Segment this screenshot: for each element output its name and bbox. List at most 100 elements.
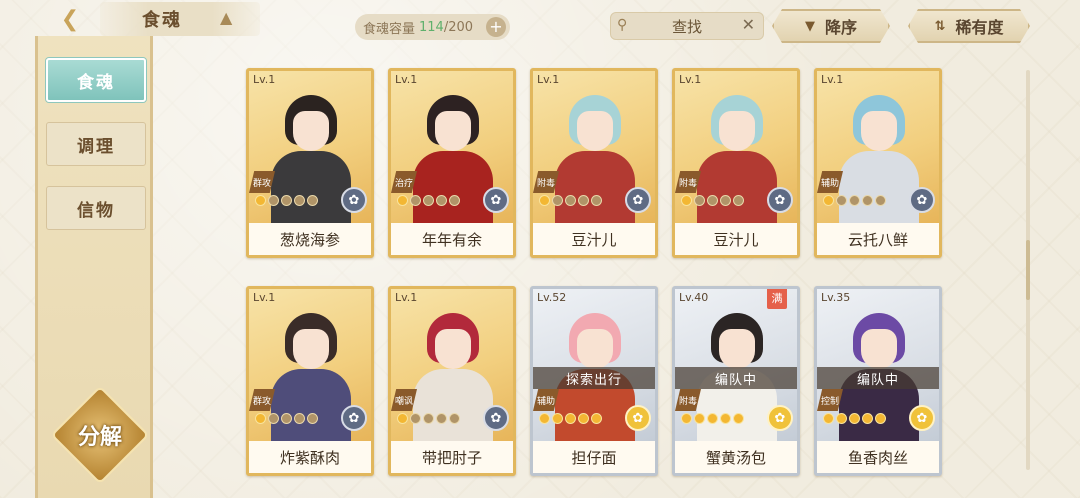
star-icon xyxy=(862,195,873,206)
level-label: Lv.35 xyxy=(821,291,851,304)
star-icon xyxy=(423,413,434,424)
capacity-max: /200 xyxy=(443,19,474,35)
element-flower-icon: ✿ xyxy=(483,405,509,431)
star-rating xyxy=(397,195,460,207)
star-icon xyxy=(397,413,408,424)
crown-icon: ▲ xyxy=(220,8,233,27)
sidebar-item-tokens[interactable]: 信物 xyxy=(46,186,146,230)
character-face xyxy=(435,329,471,369)
element-flower-icon: ✿ xyxy=(625,187,651,213)
food-soul-card[interactable]: Lv.1 辅助 ✿ 云托八鲜 xyxy=(814,68,942,258)
character-face xyxy=(719,111,755,151)
food-soul-card[interactable]: Lv.52 探索出行 辅助 ✿ 担仔面 xyxy=(530,286,658,476)
sidebar-item-label: 调理 xyxy=(77,136,115,157)
star-icon xyxy=(565,413,576,424)
food-soul-card[interactable]: Lv.1 嘲讽 ✿ 带把肘子 xyxy=(388,286,516,476)
character-name: 豆汁儿 xyxy=(533,223,655,255)
character-name: 年年有余 xyxy=(391,223,513,255)
plus-icon: + xyxy=(489,17,503,36)
character-face xyxy=(719,329,755,369)
page-title-text: 食魂 xyxy=(142,10,182,31)
food-soul-card[interactable]: Lv.1 附毒 ✿ 豆汁儿 xyxy=(672,68,800,258)
level-label: Lv.1 xyxy=(253,291,276,304)
decompose-label: 分解 xyxy=(77,425,122,450)
star-icon xyxy=(268,413,279,424)
sort-order-label: 降序 xyxy=(824,18,857,37)
star-icon xyxy=(255,195,266,206)
level-label: Lv.1 xyxy=(821,73,844,86)
star-icon xyxy=(578,413,589,424)
star-icon xyxy=(307,413,318,424)
star-icon xyxy=(449,413,460,424)
star-icon xyxy=(733,413,744,424)
search-box[interactable]: ⚲ 查找 ✕ xyxy=(610,12,764,40)
star-icon xyxy=(862,413,873,424)
capacity-label: 食魂容量 xyxy=(363,21,416,37)
status-banner: 编队中 xyxy=(675,367,797,389)
element-flower-icon: ✿ xyxy=(767,405,793,431)
character-name: 带把肘子 xyxy=(391,441,513,473)
scrollbar-thumb[interactable] xyxy=(1026,240,1030,300)
star-icon xyxy=(720,195,731,206)
triangle-down-icon: ▼ xyxy=(804,18,815,34)
star-icon xyxy=(849,413,860,424)
star-rating xyxy=(397,413,460,425)
level-label: Lv.1 xyxy=(537,73,560,86)
star-icon xyxy=(281,413,292,424)
star-icon xyxy=(449,195,460,206)
sort-rarity-button[interactable]: ⇅ 稀有度 xyxy=(908,9,1030,43)
decompose-button[interactable]: 分解 xyxy=(50,385,150,485)
character-name: 豆汁儿 xyxy=(675,223,797,255)
star-icon xyxy=(707,413,718,424)
level-label: Lv.40 xyxy=(679,291,709,304)
star-rating xyxy=(255,195,318,207)
star-icon xyxy=(591,195,602,206)
character-outfit xyxy=(839,151,919,223)
element-flower-icon: ✿ xyxy=(909,405,935,431)
star-rating xyxy=(681,195,744,207)
character-face xyxy=(435,111,471,151)
close-icon[interactable]: ✕ xyxy=(742,15,755,34)
food-soul-card[interactable]: Lv.1 群攻 ✿ 葱烧海参 xyxy=(246,68,374,258)
character-name: 担仔面 xyxy=(533,441,655,473)
food-soul-card[interactable]: Lv.1 群攻 ✿ 炸紫酥肉 xyxy=(246,286,374,476)
food-soul-card[interactable]: Lv.1 附毒 ✿ 豆汁儿 xyxy=(530,68,658,258)
star-rating xyxy=(823,413,886,425)
capacity-indicator: 食魂容量 114 /200 + xyxy=(355,14,510,40)
star-icon xyxy=(397,195,408,206)
food-soul-card[interactable]: Lv.40 满编队中 附毒 ✿ 蟹黄汤包 xyxy=(672,286,800,476)
character-outfit xyxy=(271,369,351,441)
food-soul-card[interactable]: Lv.1 治疗 ✿ 年年有余 xyxy=(388,68,516,258)
star-icon xyxy=(591,413,602,424)
character-outfit xyxy=(555,151,635,223)
sort-order-button[interactable]: ▼ 降序 xyxy=(772,9,890,43)
sidebar-item-recipe[interactable]: 调理 xyxy=(46,122,146,166)
capacity-current: 114 xyxy=(419,19,444,35)
level-label: Lv.52 xyxy=(537,291,567,304)
star-icon xyxy=(875,195,886,206)
star-icon xyxy=(733,195,744,206)
status-banner: 编队中 xyxy=(817,367,939,389)
star-icon xyxy=(836,413,847,424)
star-icon xyxy=(294,413,305,424)
back-button[interactable]: ❮ xyxy=(40,4,100,34)
sidebar-item-souls[interactable]: 食魂 xyxy=(46,58,146,102)
star-icon xyxy=(436,195,447,206)
character-face xyxy=(861,111,897,151)
character-name: 炸紫酥肉 xyxy=(249,441,371,473)
star-icon xyxy=(578,195,589,206)
star-icon xyxy=(875,413,886,424)
star-rating xyxy=(255,413,318,425)
character-face xyxy=(577,111,613,151)
character-face xyxy=(577,329,613,369)
star-icon xyxy=(294,195,305,206)
add-capacity-button[interactable]: + xyxy=(486,17,506,37)
food-soul-card[interactable]: Lv.35 编队中 控制 ✿ 鱼香肉丝 xyxy=(814,286,942,476)
character-outfit xyxy=(697,151,777,223)
star-icon xyxy=(268,195,279,206)
star-rating xyxy=(539,195,602,207)
sort-rarity-label: 稀有度 xyxy=(955,18,1004,37)
star-icon xyxy=(694,195,705,206)
star-icon xyxy=(849,195,860,206)
top-bar: ❮ 食魂 ▲ 食魂容量 114 /200 + ⚲ 查找 ✕ ▼ 降序 ⇅ 稀有度 xyxy=(0,0,1080,50)
